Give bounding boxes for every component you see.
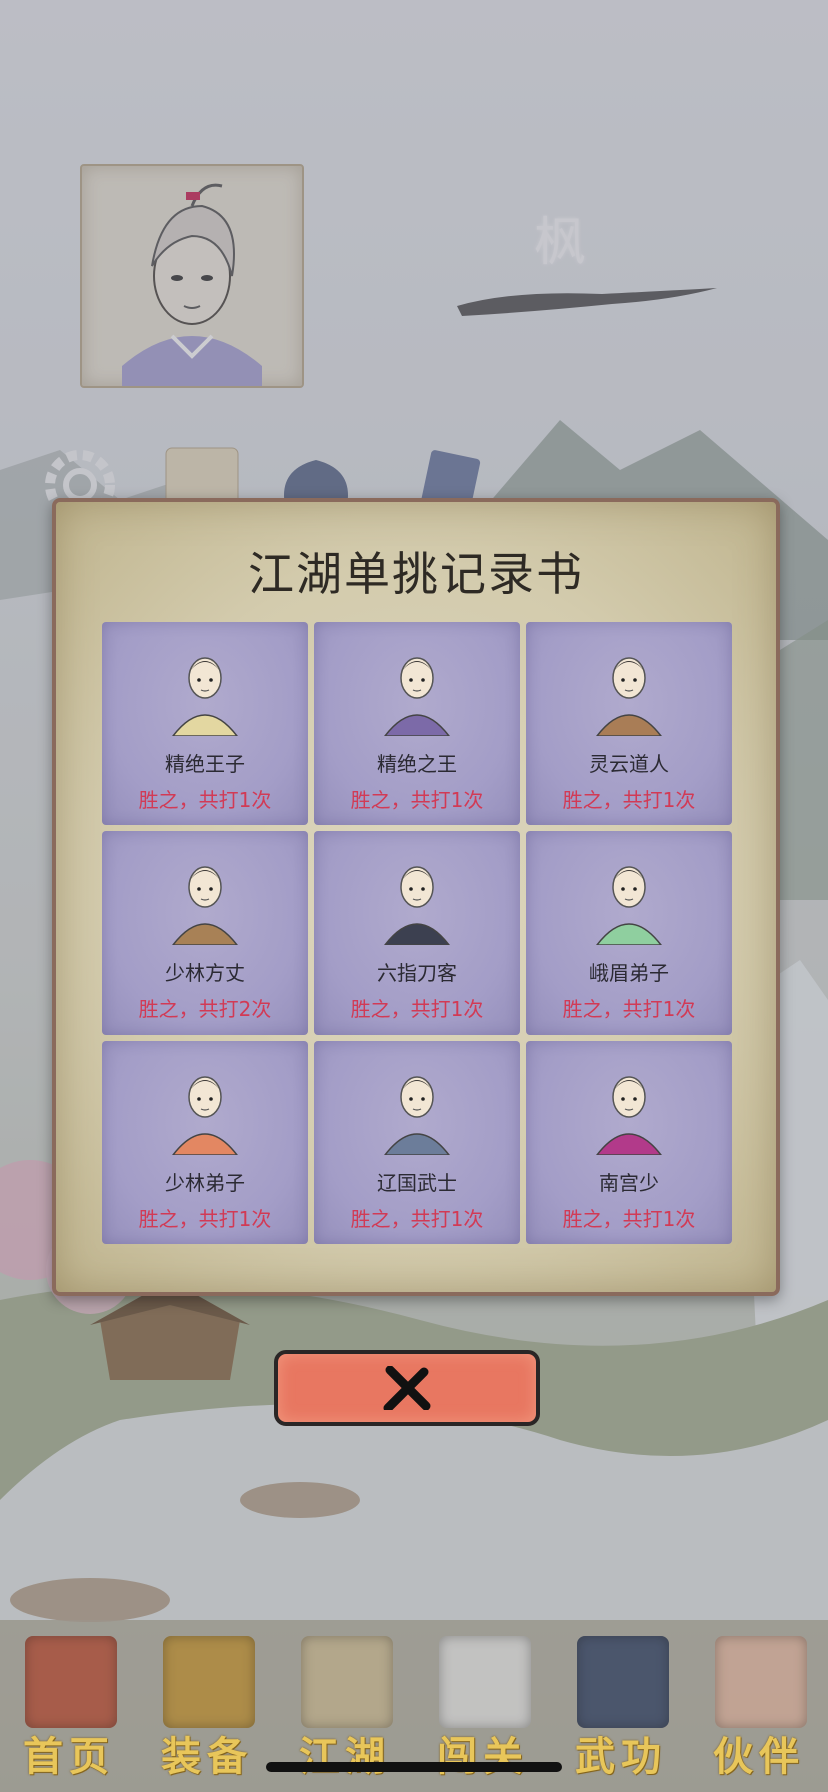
nav-item[interactable]: 闯关 [419,1630,547,1780]
home-hall-icon [25,1636,117,1728]
opponent-name: 峨眉弟子 [589,961,669,986]
nav-label: 江湖 [299,1733,391,1780]
opponent-name: 精绝王子 [165,752,245,776]
opponent-name: 精绝之王 [377,752,457,776]
crossed-swords-icon [439,1636,531,1728]
scroll-map-icon [301,1636,393,1728]
dialog-title: 江湖单挑记录书 [248,547,584,601]
opponent-name: 南宫少 [599,1170,659,1195]
opponent-record: 胜之，共打1次 [138,788,272,812]
opponent-record: 胜之，共打1次 [562,1206,696,1231]
nav-label: 首页 [23,1733,115,1780]
prince-portrait-icon [172,657,238,736]
opponent-name: 少林方丈 [165,961,245,986]
nav-item[interactable]: 江湖 [281,1630,409,1780]
partners-icon [715,1636,807,1728]
king-portrait-icon [384,657,450,736]
opponent-card[interactable]: 峨眉弟子 胜之，共打1次 [526,831,732,1035]
opponent-name: 少林弟子 [165,1170,245,1195]
opponent-card[interactable]: 灵云道人 胜之，共打1次 [526,622,732,826]
nav-label: 伙伴 [713,1733,805,1780]
liao-warrior-portrait-icon [384,1075,450,1155]
opponent-grid: 精绝王子 胜之，共打1次 精绝之王 胜之，共打1次 灵云道人 胜之，共打1次 少… [102,622,732,1244]
opponent-record: 胜之，共打1次 [350,1206,484,1231]
opponent-name: 灵云道人 [589,752,669,776]
opponent-card[interactable]: 少林弟子 胜之，共打1次 [102,1040,308,1244]
opponent-card[interactable]: 精绝之王 胜之，共打1次 [314,622,520,826]
opponent-record: 胜之，共打1次 [562,997,696,1022]
opponent-name: 六指刀客 [377,961,457,986]
opponent-record: 胜之，共打2次 [138,997,272,1022]
nangong-portrait-icon [596,1075,662,1155]
opponent-name: 辽国武士 [377,1170,457,1195]
nav-item[interactable]: 装备 [143,1630,271,1780]
shaolin-disciple-portrait-icon [172,1075,238,1155]
opponent-record: 胜之，共打1次 [562,788,696,812]
nav-item[interactable]: 首页 [5,1630,133,1780]
opponent-card[interactable]: 辽国武士 胜之，共打1次 [314,1040,520,1244]
armor-icon [163,1636,255,1728]
opponent-card[interactable]: 南宫少 胜之，共打1次 [526,1040,732,1244]
opponent-record: 胜之，共打1次 [350,788,484,812]
bottom-nav: 首页 装备 江湖 闯关 武功 伙伴 [0,1620,828,1780]
nav-label: 武功 [575,1733,667,1780]
opponent-card[interactable]: 精绝王子 胜之，共打1次 [102,622,308,826]
nav-item[interactable]: 武功 [557,1630,685,1780]
nav-item[interactable]: 伙伴 [695,1630,823,1780]
abbot-portrait-icon [172,866,238,946]
taoist-portrait-icon [596,657,662,736]
martial-book-icon [577,1636,669,1728]
close-icon [383,1366,431,1410]
opponent-card[interactable]: 少林方丈 胜之，共打2次 [102,831,308,1035]
nav-label: 装备 [161,1733,253,1780]
opponent-record: 胜之，共打1次 [350,997,484,1022]
swordsman-portrait-icon [384,866,450,946]
emei-disciple-portrait-icon [596,866,662,946]
opponent-card[interactable]: 六指刀客 胜之，共打1次 [314,831,520,1035]
duel-record-dialog: 江湖单挑记录书 精绝王子 胜之，共打1次 精绝之王 胜之，共打1次 灵云道人 胜… [52,498,780,1296]
close-button[interactable] [274,1350,540,1426]
opponent-record: 胜之，共打1次 [138,1206,272,1231]
nav-label: 闯关 [437,1733,529,1780]
home-indicator [266,1762,562,1772]
